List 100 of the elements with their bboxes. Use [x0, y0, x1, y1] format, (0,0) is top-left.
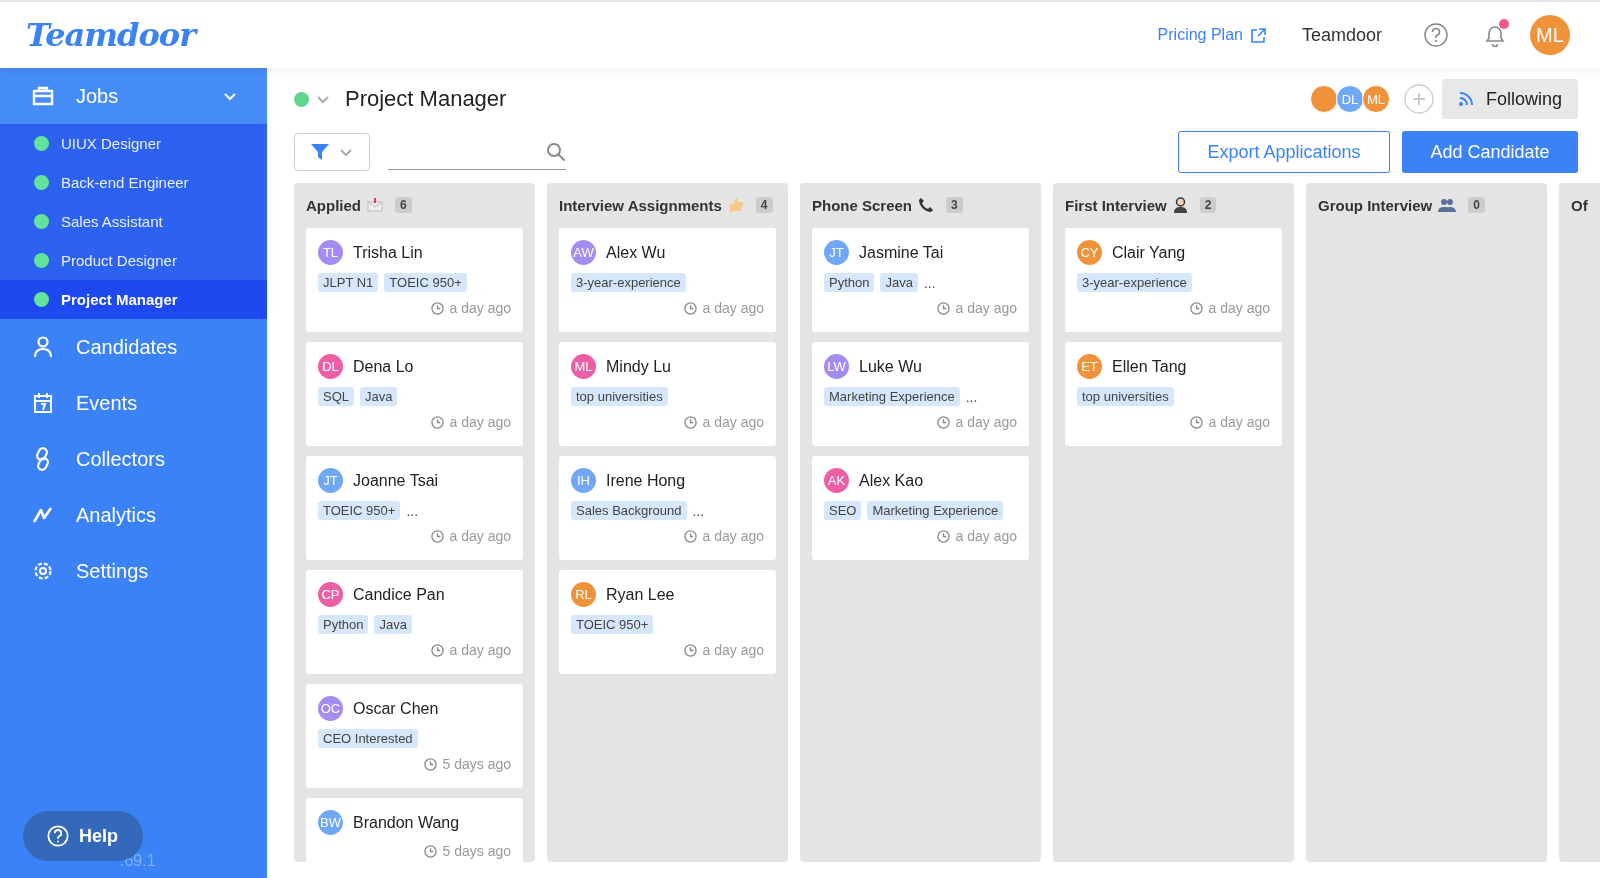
- candidate-card[interactable]: TL Trisha Lin JLPT N1 TOEIC 950+ a day ago: [306, 228, 523, 332]
- time-ago: a day ago: [955, 528, 1017, 544]
- time-ago: a day ago: [955, 300, 1017, 316]
- time-ago: a day ago: [449, 414, 511, 430]
- skill-tag: Marketing Experience: [824, 387, 960, 406]
- filter-icon: [310, 142, 330, 162]
- skill-tag: Java: [880, 273, 918, 292]
- clock-icon: [430, 643, 444, 657]
- feed-icon: [1457, 91, 1474, 107]
- candidate-name: Trisha Lin: [353, 243, 423, 262]
- candidate-name: Brandon Wang: [353, 813, 460, 832]
- clock-icon: [423, 844, 437, 858]
- time-ago: a day ago: [1208, 300, 1270, 316]
- stage-title: Applied: [306, 196, 361, 214]
- calendar-icon: [32, 392, 54, 414]
- skill-tag: 3-year-experience: [1077, 273, 1192, 292]
- nav-item[interactable]: Events: [0, 375, 267, 431]
- workspace-name[interactable]: Teamdoor: [1301, 24, 1382, 46]
- clock-icon: [936, 415, 950, 429]
- skill-tag: SEO: [824, 501, 862, 520]
- time-ago: a day ago: [702, 642, 764, 658]
- candidate-card[interactable]: ET Ellen Tang top universities a day ago: [1065, 342, 1282, 446]
- stage-title: Interview Assignments: [559, 196, 722, 214]
- candidate-card[interactable]: BW Brandon Wang 5 days ago: [306, 798, 523, 862]
- nav-item[interactable]: Jobs: [0, 68, 267, 124]
- nav-item[interactable]: Collectors: [0, 431, 267, 487]
- count-badge: 3: [946, 197, 963, 213]
- nav-item[interactable]: Settings: [0, 543, 267, 599]
- add-candidate-button[interactable]: Add Candidate: [1402, 131, 1578, 173]
- candidate-card[interactable]: AW Alex Wu 3-year-experience a day ago: [559, 228, 776, 332]
- candidate-card[interactable]: CP Candice Pan Python Java a day ago: [306, 570, 523, 674]
- candidate-avatar: ET: [1077, 354, 1102, 379]
- clock-icon: [430, 529, 444, 543]
- candidate-name: Mindy Lu: [606, 357, 671, 376]
- envelope-icon: [367, 198, 383, 212]
- job-item[interactable]: Back-end Engineer: [0, 163, 267, 202]
- add-follower-icon[interactable]: [1403, 84, 1434, 114]
- job-item[interactable]: Project Manager: [0, 280, 267, 319]
- clock-icon: [683, 529, 697, 543]
- skill-tag: JLPT N1: [318, 273, 379, 292]
- job-item[interactable]: Product Designer: [0, 241, 267, 280]
- candidate-card[interactable]: CY Clair Yang 3-year-experience a day ago: [1065, 228, 1282, 332]
- help-icon[interactable]: [1424, 23, 1448, 47]
- candidate-name: Alex Kao: [859, 471, 924, 490]
- more-tags-indicator: ...: [692, 502, 705, 519]
- more-tags-indicator: ...: [923, 274, 936, 291]
- stage-title: Phone Screen: [812, 196, 913, 214]
- job-status-dot[interactable]: [294, 91, 309, 107]
- time-ago: 5 days ago: [442, 843, 511, 859]
- candidate-avatar: OC: [318, 696, 343, 721]
- following-button[interactable]: Following: [1441, 79, 1578, 119]
- clock-icon: [683, 643, 697, 657]
- trend-line-icon: [32, 506, 54, 524]
- clock-icon: [936, 529, 950, 543]
- time-ago: a day ago: [1208, 414, 1270, 430]
- clock-icon: [423, 757, 437, 771]
- skill-tag: Python: [824, 273, 875, 292]
- candidate-card[interactable]: JT Joanne Tsai TOEIC 950+ ... a day ago: [306, 456, 523, 560]
- skill-tag: TOEIC 950+: [318, 501, 401, 520]
- bell-icon[interactable]: [1484, 23, 1506, 47]
- skill-tag: CEO Interested: [318, 729, 418, 748]
- candidate-avatar: AK: [824, 468, 849, 493]
- person-icon: [1172, 197, 1188, 213]
- search-icon: [546, 141, 566, 162]
- stage-title: Of: [1571, 196, 1588, 214]
- skill-tag: top universities: [571, 387, 668, 406]
- skill-tag: 3-year-experience: [571, 273, 686, 292]
- pricing-plan-link[interactable]: Pricing Plan: [1157, 26, 1266, 44]
- nav-item[interactable]: Candidates: [0, 319, 267, 375]
- candidate-card[interactable]: DL Dena Lo SQL Java a day ago: [306, 342, 523, 446]
- follower-avatar[interactable]: [1309, 85, 1338, 113]
- candidate-name: Ryan Lee: [606, 585, 675, 604]
- candidate-card[interactable]: ML Mindy Lu top universities a day ago: [559, 342, 776, 446]
- candidate-avatar: IH: [571, 468, 596, 493]
- candidate-card[interactable]: AK Alex Kao SEO Marketing Experience a day ago: [812, 456, 1029, 560]
- more-tags-indicator: ...: [965, 388, 978, 405]
- candidate-name: Alex Wu: [606, 243, 666, 262]
- candidate-avatar: LW: [824, 354, 849, 379]
- candidate-name: Jasmine Tai: [859, 243, 944, 262]
- stage-title: First Interview: [1065, 196, 1167, 214]
- job-item[interactable]: UIUX Designer: [0, 124, 267, 163]
- candidate-card[interactable]: JT Jasmine Tai Python Java ... a day ago: [812, 228, 1029, 332]
- clock-icon: [1189, 301, 1203, 315]
- nav-item[interactable]: Analytics: [0, 487, 267, 543]
- candidate-avatar: JT: [318, 468, 343, 493]
- candidate-card[interactable]: LW Luke Wu Marketing Experience ... a day ago: [812, 342, 1029, 446]
- candidate-card[interactable]: RL Ryan Lee TOEIC 950+ a day ago: [559, 570, 776, 674]
- candidate-card[interactable]: OC Oscar Chen CEO Interested 5 days ago: [306, 684, 523, 788]
- filter-dropdown[interactable]: [294, 133, 370, 171]
- person-icon: [32, 336, 54, 358]
- skill-tag: Marketing Experience: [867, 501, 1004, 520]
- job-item[interactable]: Sales Assistant: [0, 202, 267, 241]
- candidate-card[interactable]: IH Irene Hong Sales Background ... a day ago: [559, 456, 776, 560]
- people-icon: [1438, 198, 1457, 212]
- export-applications-button[interactable]: Export Applications: [1178, 131, 1390, 173]
- candidate-name: Dena Lo: [353, 357, 414, 376]
- thumbs-up-icon: [727, 197, 744, 213]
- time-ago: a day ago: [449, 300, 511, 316]
- candidate-avatar: ML: [571, 354, 596, 379]
- clock-icon: [430, 301, 444, 315]
